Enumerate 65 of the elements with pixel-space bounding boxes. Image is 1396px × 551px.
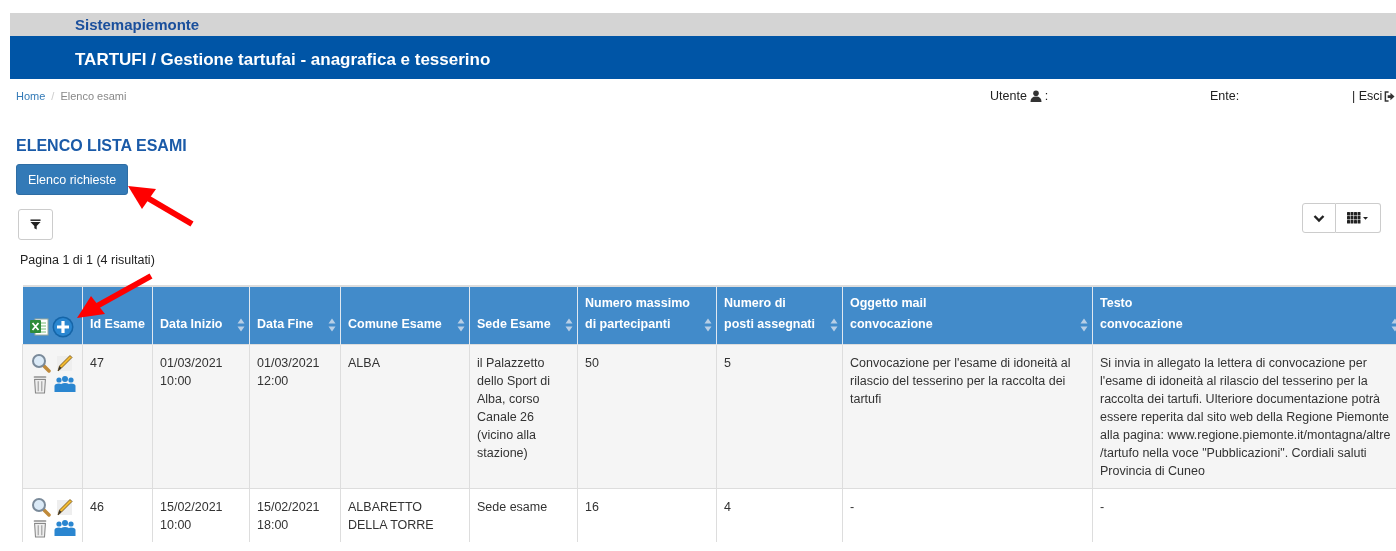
brand-name: Sistemapiemonte <box>75 16 200 33</box>
table-cell: 15/02/2021 10:00 <box>152 488 250 542</box>
pagination-info: Pagina 1 di 1 (4 risultati) <box>20 253 156 267</box>
edit-icon[interactable] <box>54 353 74 373</box>
view-icon[interactable] <box>31 497 51 517</box>
column-header[interactable]: Numero di posti assegnati <box>716 286 843 345</box>
filter-button[interactable] <box>18 209 53 240</box>
delete-icon[interactable] <box>31 517 49 539</box>
table-cell: Si invia in allegato la lettera di convocazione per l'esame di idoneità al rilascio del tesserino per la raccolta dei tartufi. Ulteriore documentazione potrà essere reperita dal sito web della Regione Piemonte alla pagina: www.regione.piemonte.it/montagna/altre /tartufo nella voce "Pubblicazioni". Cordiali saluti Provincia di Cuneo <box>1092 344 1396 489</box>
grid-icon <box>1347 212 1369 224</box>
page-heading: ELENCO LISTA ESAMI <box>16 137 188 155</box>
people-icon[interactable] <box>54 375 76 393</box>
table-cell: 01/03/2021 10:00 <box>152 344 250 489</box>
column-header[interactable]: Oggetto mail convocazione <box>842 286 1093 345</box>
sort-icon[interactable] <box>1390 318 1396 332</box>
expand-button[interactable] <box>1302 203 1336 233</box>
sort-icon[interactable] <box>704 318 712 332</box>
table-cell: 46 <box>82 488 153 542</box>
table-cell: 5 <box>716 344 843 489</box>
add-icon[interactable] <box>51 316 74 338</box>
sort-icon[interactable] <box>830 318 838 332</box>
table-cell: ALBARETTO DELLA TORRE <box>340 488 470 542</box>
table-cell: 4 <box>716 488 843 542</box>
table-cell: 15/02/2021 18:00 <box>249 488 341 542</box>
breadcrumb-separator: / <box>51 90 55 102</box>
app-title: TARTUFI / Gestione tartufai - anagrafica e tesserino <box>75 48 491 70</box>
delete-icon[interactable] <box>31 373 49 395</box>
chevron-down-icon <box>1313 212 1325 224</box>
column-header[interactable]: Comune Esame <box>340 286 470 345</box>
sort-icon[interactable] <box>457 318 465 332</box>
table-cell: Convocazione per l'esame di idoneità al rilascio del tesserino per la raccolta dei tartufi <box>842 344 1093 489</box>
column-header[interactable]: Data Fine <box>249 286 341 345</box>
user-colon: : <box>1044 89 1049 103</box>
column-header[interactable]: Numero massimo di partecipanti <box>577 286 717 345</box>
column-header[interactable]: Sede Esame <box>469 286 578 345</box>
sort-icon[interactable] <box>237 318 245 332</box>
edit-icon[interactable] <box>54 497 74 517</box>
spreadsheet-export-icon[interactable] <box>28 317 49 337</box>
sort-icon[interactable] <box>565 318 573 332</box>
user-label: Utente <box>990 89 1027 103</box>
breadcrumb-current: Elenco esami <box>60 90 127 102</box>
sort-icon[interactable] <box>1080 318 1088 332</box>
sort-icon[interactable] <box>328 318 336 332</box>
table-cell: 50 <box>577 344 717 489</box>
table-cell: il Palazzetto dello Sport di Alba, corso Canale 26 (vicino alla stazione) <box>469 344 578 489</box>
elenco-richieste-button[interactable]: Elenco richieste <box>16 164 129 195</box>
user-icon <box>1029 90 1042 102</box>
table-cell: 16 <box>577 488 717 542</box>
table-cell: Sede esame <box>469 488 578 542</box>
table-cell: - <box>1092 488 1396 542</box>
ente-label: Ente: <box>1210 89 1241 103</box>
view-icon[interactable] <box>31 353 51 373</box>
logout-link[interactable]: | Esci <box>1352 89 1396 103</box>
column-header[interactable]: Data Inizio <box>152 286 250 345</box>
table-cell: ALBA <box>340 344 470 489</box>
breadcrumb-link[interactable]: Home <box>16 90 46 102</box>
table-cell: - <box>842 488 1093 542</box>
annotation-arrow <box>126 183 196 228</box>
columns-menu-button[interactable] <box>1336 203 1381 233</box>
table-cell: 01/03/2021 12:00 <box>249 344 341 489</box>
table-cell: 47 <box>82 344 153 489</box>
people-icon[interactable] <box>54 519 76 537</box>
logout-icon <box>1384 90 1396 102</box>
filter-icon <box>30 219 41 230</box>
column-header[interactable]: Testo convocazione <box>1092 286 1396 345</box>
